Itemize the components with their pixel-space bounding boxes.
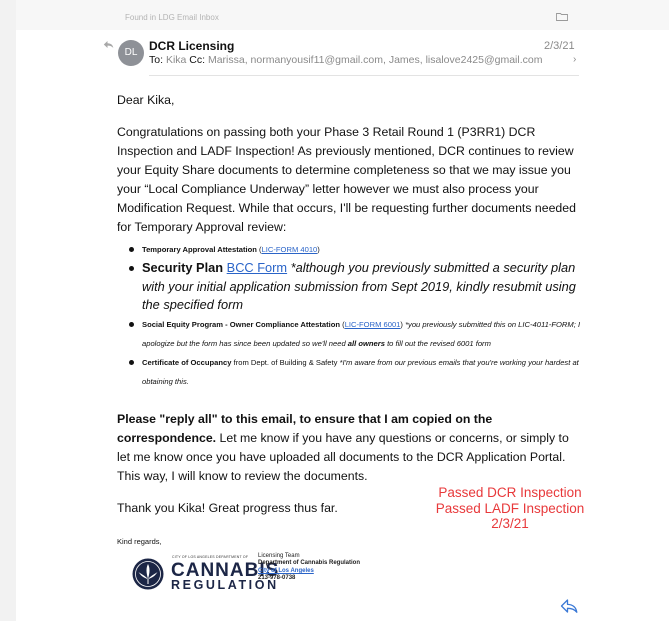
signature-block: Licensing Team Department of Cannabis Re… bbox=[258, 553, 361, 582]
list-item: Temporary Approval Attestation (LIC-FORM… bbox=[124, 240, 584, 259]
found-in-inbox-label: Found in LDG Email Inbox bbox=[125, 13, 219, 22]
intro-paragraph: Congratulations on passing both your Pha… bbox=[117, 125, 576, 234]
top-bar bbox=[16, 0, 669, 30]
list-item: Security Plan BCC Form *although you pre… bbox=[124, 259, 584, 315]
inspection-annotation: Passed DCR Inspection Passed LADF Inspec… bbox=[435, 485, 585, 531]
replied-indicator-icon bbox=[103, 41, 114, 48]
left-gutter bbox=[0, 0, 16, 621]
recipients-line[interactable]: To: Kika Cc: Marissa, normanyousif11@gma… bbox=[149, 54, 542, 66]
sender-avatar[interactable]: DL bbox=[118, 40, 144, 66]
reply-icon[interactable] bbox=[560, 598, 578, 614]
cannabis-seal-logo bbox=[132, 558, 164, 590]
logo-top-text: CITY OF LOS ANGELES DEPARTMENT OF bbox=[172, 555, 249, 559]
header-divider bbox=[149, 75, 579, 76]
to-label: To: bbox=[149, 54, 164, 66]
list-item: Social Equity Program - Owner Compliance… bbox=[124, 315, 584, 353]
city-of-los-angeles-link[interactable]: City of Los Angeles bbox=[258, 568, 360, 575]
message-date: 2/3/21 bbox=[544, 40, 575, 52]
cc-label: Cc: bbox=[189, 54, 206, 66]
lic-form-4010-link[interactable]: LIC-FORM 4010 bbox=[262, 245, 318, 254]
to-recipient: Kika bbox=[165, 54, 187, 66]
cc-recipients: Marissa, normanyousif11@gmail.com, James… bbox=[207, 54, 543, 66]
reply-all-paragraph: Please "reply all" to this email, to ens… bbox=[117, 412, 569, 483]
lic-form-6001-link[interactable]: LIC-FORM 6001 bbox=[345, 320, 401, 329]
kind-regards: Kind regards, bbox=[117, 537, 162, 546]
greeting: Dear Kika, bbox=[117, 93, 175, 107]
sender-name[interactable]: DCR Licensing bbox=[149, 39, 234, 53]
chevron-right-icon[interactable]: › bbox=[573, 54, 576, 65]
folder-icon[interactable] bbox=[556, 12, 568, 21]
list-item: Certificate of Occupancy from Dept. of B… bbox=[124, 353, 584, 391]
bcc-form-link[interactable]: BCC Form bbox=[227, 260, 287, 275]
requirements-list: Temporary Approval Attestation (LIC-FORM… bbox=[124, 240, 584, 391]
